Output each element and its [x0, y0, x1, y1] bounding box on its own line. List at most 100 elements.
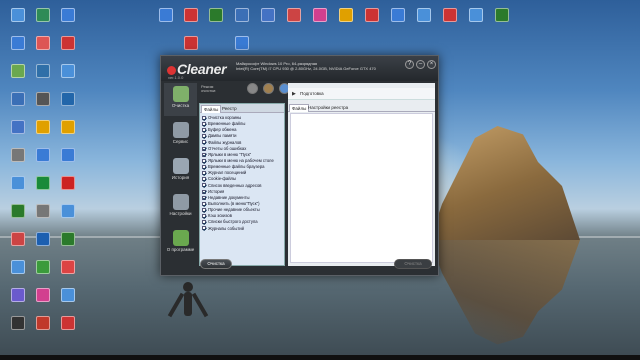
checkbox[interactable]	[202, 128, 206, 133]
sidebar-item-label: О программе	[166, 247, 195, 252]
checkbox[interactable]	[202, 220, 206, 225]
desktop-icon[interactable]	[46, 120, 90, 145]
tab-registry[interactable]: Реестр	[220, 105, 239, 113]
checkbox[interactable]	[202, 201, 206, 206]
checkbox[interactable]	[202, 183, 206, 188]
broom-icon	[172, 86, 189, 102]
desktop-icon[interactable]	[46, 36, 90, 61]
checklist-item-label: Временные файлы браузера	[208, 164, 265, 170]
sysinfo-hardware: Intel(R) Core(TM) i7 CPU 930 @ 2.80GHz, …	[236, 66, 376, 71]
desktop-icon-label	[480, 23, 524, 33]
checkbox[interactable]	[202, 195, 206, 200]
app-icon	[235, 36, 249, 50]
window-header[interactable]: Cleaner ver.1.0.0 Майкрософт Windows 10 …	[161, 56, 438, 81]
checklist-item-label: Журналы событий	[208, 225, 244, 231]
sidebar-item-4[interactable]: О программе	[164, 227, 197, 260]
desktop-icon-label	[46, 79, 90, 89]
help-button[interactable]: ?	[405, 60, 414, 69]
desktop-icon[interactable]	[46, 8, 90, 33]
checkbox[interactable]	[202, 171, 206, 176]
desktop-icon[interactable]	[46, 260, 90, 285]
checkbox[interactable]	[202, 208, 206, 212]
checklist-item-label: Очистка корзины	[208, 115, 242, 120]
mode-option-icon[interactable]	[247, 83, 258, 94]
cleanup-options-panel: Файлы Реестр Очистка корзины Временные фа…	[199, 103, 285, 266]
checkbox[interactable]	[202, 122, 206, 127]
desktop-icon[interactable]	[46, 316, 90, 341]
app-icon	[61, 92, 75, 106]
left-tab-bar: Файлы Реестр	[200, 104, 284, 113]
sidebar-item-label: История	[171, 175, 190, 180]
desktop-icon[interactable]	[46, 64, 90, 89]
desktop-icon[interactable]	[46, 232, 90, 257]
mode-option-icon[interactable]	[263, 83, 274, 94]
desktop-icon[interactable]	[46, 148, 90, 173]
window-footer: Очистка Очистка	[197, 257, 437, 271]
sidebar-item-label: Сервис	[172, 139, 189, 144]
info-icon	[172, 230, 189, 246]
desktop-icon[interactable]	[46, 204, 90, 229]
cleanup-checklist: Очистка корзины Временные файлы Буфер обме…	[202, 115, 282, 232]
desktop-icon-label	[46, 23, 90, 33]
checklist-item-label: Журнал посещений	[208, 170, 247, 176]
sidebar-item-3[interactable]: Настройки	[164, 191, 197, 224]
desktop-icon[interactable]	[46, 92, 90, 117]
sidebar-item-1[interactable]: Сервис	[164, 119, 197, 152]
close-button[interactable]: ×	[427, 60, 436, 69]
checklist-item-label: Отчеты об ошибках	[208, 145, 247, 151]
checkbox[interactable]	[202, 177, 206, 182]
checkbox[interactable]	[202, 140, 206, 145]
sidebar-item-2[interactable]: История	[164, 155, 197, 188]
clean-button[interactable]: Очистка	[394, 259, 432, 269]
checkbox[interactable]	[202, 165, 206, 170]
results-content-area	[290, 113, 433, 263]
app-icon	[61, 120, 75, 134]
app-icon	[61, 64, 75, 78]
sidebar-item-0[interactable]: Очистка	[164, 83, 197, 116]
version-label: ver.1.0.0	[168, 75, 184, 80]
app-icon	[61, 232, 75, 246]
clock-icon	[172, 158, 189, 174]
desktop-icon[interactable]	[46, 288, 90, 313]
checklist-item-label: Временные файлы	[208, 121, 246, 127]
checkbox[interactable]	[202, 158, 206, 163]
person-silhouette	[167, 282, 209, 342]
checklist-item[interactable]: Журналы событий	[202, 226, 282, 232]
minimize-button[interactable]: –	[416, 60, 425, 69]
analysis-status-bar: ▶ Подготовка	[288, 88, 435, 100]
checkbox[interactable]	[202, 134, 206, 139]
checkbox[interactable]	[202, 115, 206, 120]
checklist-item-label: История	[208, 188, 225, 194]
desktop-icon-label	[46, 247, 90, 257]
tab-registry-settings[interactable]: Настройки реестра	[306, 104, 350, 112]
taskbar[interactable]	[0, 355, 640, 360]
checkbox[interactable]	[202, 152, 206, 157]
analyze-button[interactable]: Очистка	[200, 259, 232, 269]
cleaning-mode-label: Режим очистки:	[201, 84, 217, 93]
app-icon	[184, 36, 198, 50]
checkbox[interactable]	[202, 189, 206, 194]
wrench-icon	[172, 122, 189, 138]
desktop-icon-label	[46, 219, 90, 229]
checkbox[interactable]	[202, 146, 206, 151]
checklist-item-label: Кэш эскизов	[208, 213, 232, 219]
checklist-item-label: Ярлыки в меню на рабочем столе	[208, 157, 274, 163]
logo-mark-icon	[167, 65, 176, 75]
cleaner-window: Cleaner ver.1.0.0 Майкрософт Windows 10 …	[160, 55, 439, 276]
tab-files[interactable]: Файлы	[201, 105, 222, 113]
checklist-item-label: Списки быстрого доступа	[208, 219, 258, 225]
app-icon	[61, 148, 75, 162]
sidebar-item-label: Очистка	[171, 103, 190, 108]
sidebar-item-label: Настройки	[169, 211, 192, 216]
checklist-item-label: Прочие недавние объекты	[208, 207, 260, 213]
desktop-icon-label	[46, 303, 90, 313]
checklist-item-label: Дампы памяти	[208, 133, 237, 139]
rock-reflection	[430, 240, 580, 345]
desktop-icon[interactable]	[46, 176, 90, 201]
checkbox[interactable]	[202, 214, 206, 219]
checkbox[interactable]	[202, 226, 206, 231]
app-icon	[61, 8, 75, 22]
desktop-icon[interactable]	[480, 8, 524, 33]
app-icon	[61, 288, 75, 302]
right-tab-bar: Файлы Настройки реестра	[288, 103, 435, 112]
